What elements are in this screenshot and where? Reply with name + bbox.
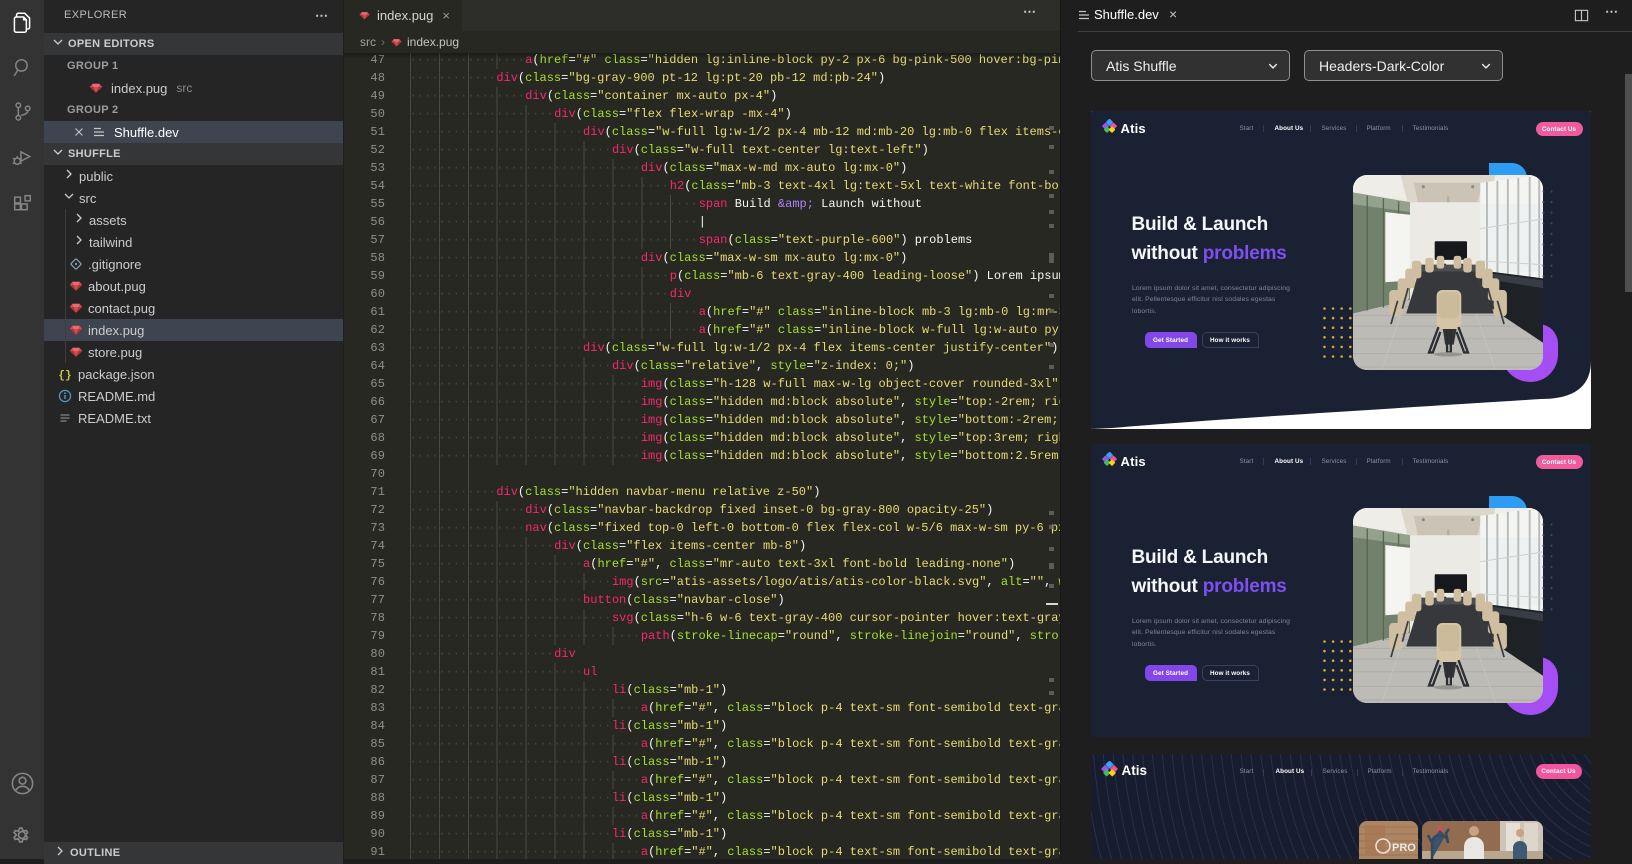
svg-text:PRO: PRO — [1392, 842, 1416, 854]
svg-text:{}: {} — [58, 370, 71, 382]
